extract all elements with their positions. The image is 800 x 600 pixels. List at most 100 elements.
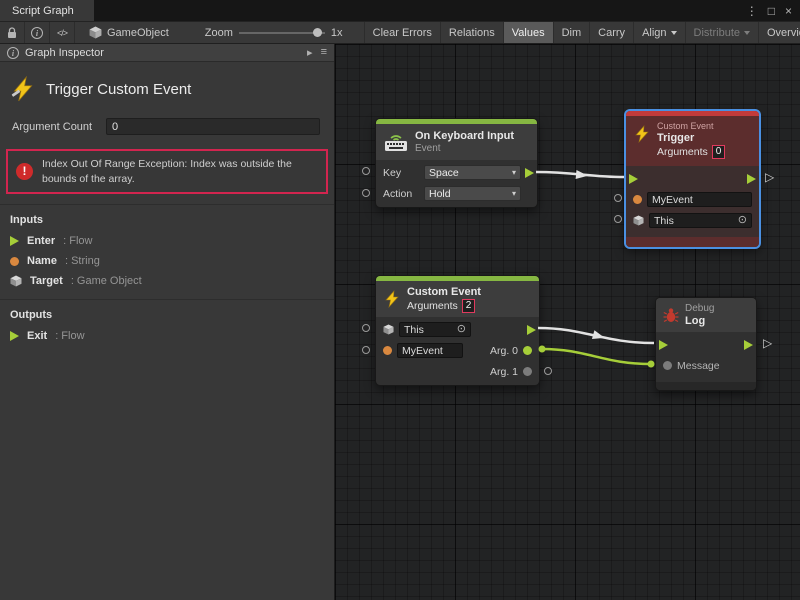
lock-button[interactable] (0, 22, 25, 43)
input-port-target: Target : Game Object (0, 271, 334, 291)
arg0-output-port[interactable] (523, 346, 532, 355)
flow-wire-customevent-to-debug[interactable] (538, 328, 654, 343)
wire-endpoint-dot (648, 361, 655, 368)
key-label: Key (383, 167, 419, 179)
arg0-label: Arg. 0 (490, 345, 518, 357)
tab-bar: Script Graph ⋮ □ × (0, 0, 800, 21)
key-dropdown[interactable]: Space ▾ (424, 165, 521, 180)
node-custom-event[interactable]: Custom Event Arguments 2 (375, 275, 540, 386)
arg1-label: Arg. 1 (490, 366, 518, 378)
bug-icon (663, 307, 679, 323)
code-icon: </> (57, 28, 67, 38)
inputs-heading: Inputs (0, 205, 334, 231)
values-button[interactable]: Values (503, 22, 553, 43)
node-subtitle: Event (415, 143, 514, 155)
action-dropdown[interactable]: Hold ▾ (424, 186, 521, 201)
string-port-icon (10, 257, 19, 266)
tab-label: Script Graph (12, 5, 74, 17)
tab-script-graph[interactable]: Script Graph (0, 0, 94, 21)
node-footer (626, 237, 759, 247)
chevron-down-icon: ▾ (512, 168, 516, 177)
port-socket[interactable] (614, 215, 622, 223)
flow-output-port[interactable] (525, 168, 534, 178)
input-port-name: Name : String (0, 251, 334, 271)
arguments-label: Arguments (657, 145, 708, 159)
align-dropdown[interactable]: Align (633, 22, 684, 43)
arguments-error-badge[interactable]: 2 (462, 299, 476, 313)
node-debug-log[interactable]: Debug Log Message (655, 297, 757, 391)
zoom-slider-knob[interactable] (313, 28, 322, 37)
graph-inspector-title: Graph Inspector (25, 47, 104, 59)
port-socket[interactable] (362, 324, 370, 332)
port-socket[interactable] (362, 346, 370, 354)
cube-icon[interactable] (383, 324, 394, 335)
wire-arrowhead (576, 170, 589, 180)
flow-output-port[interactable] (744, 340, 753, 350)
bolt-unit-icon (10, 76, 36, 102)
dock-icon[interactable]: ▸ (307, 46, 313, 59)
event-name-field[interactable]: MyEvent (647, 192, 752, 207)
arg1-output-port[interactable] (523, 367, 532, 376)
inspect-button[interactable]: i (25, 22, 50, 43)
chevron-down-icon (671, 31, 677, 35)
argument-count-label: Argument Count (12, 121, 106, 133)
cube-icon[interactable] (633, 215, 644, 226)
argument-count-input[interactable]: 0 (106, 118, 320, 135)
port-socket[interactable] (544, 367, 552, 375)
gameobject-icon (89, 26, 102, 39)
flow-output-port[interactable] (527, 325, 536, 335)
port-socket[interactable] (362, 189, 370, 197)
target-object-field[interactable]: This ⊙ (399, 322, 471, 337)
distribute-dropdown[interactable]: Distribute (685, 22, 758, 43)
flow-input-port[interactable] (629, 174, 638, 184)
string-input-port[interactable] (383, 346, 392, 355)
zoom-slider[interactable] (239, 32, 325, 34)
relations-button[interactable]: Relations (440, 22, 503, 43)
inspector-unit-title: Trigger Custom Event (46, 81, 191, 98)
gameobject-field[interactable]: GameObject (75, 22, 179, 43)
wire-arrowhead (592, 330, 606, 342)
graph-canvas[interactable]: On Keyboard Input Event Key Space ▾ (335, 44, 800, 600)
flow-arrow-icon (10, 236, 19, 246)
gameobject-label: GameObject (107, 27, 169, 39)
node-title: Log (685, 315, 714, 328)
string-input-port[interactable] (633, 195, 642, 204)
object-picker-icon[interactable]: ⊙ (457, 324, 466, 335)
overview-button[interactable]: Overview (758, 22, 800, 43)
port-socket[interactable] (362, 167, 370, 175)
menu-icon[interactable]: ≡ (321, 46, 327, 59)
info-icon: i (7, 47, 19, 59)
node-trigger-custom-event[interactable]: Custom Event Trigger Arguments 0 (625, 110, 760, 248)
zoom-value: 1x (331, 27, 343, 39)
flow-wire-keyboard-to-trigger[interactable] (536, 172, 624, 177)
port-socket[interactable] (614, 194, 622, 202)
flow-output-port[interactable] (747, 174, 756, 184)
close-icon[interactable]: × (785, 5, 792, 17)
object-picker-icon[interactable]: ⊙ (738, 215, 747, 226)
lock-icon (7, 27, 17, 39)
node-title: On Keyboard Input (415, 130, 514, 143)
clear-errors-button[interactable]: Clear Errors (364, 22, 440, 43)
arguments-error-badge[interactable]: 0 (712, 145, 726, 159)
flow-continuation-icon: ▷ (763, 337, 772, 349)
edit-script-button[interactable]: </> (50, 22, 75, 43)
unity-script-graph-window: Script Graph ⋮ □ × i </> GameOb (0, 0, 800, 600)
node-on-keyboard-input[interactable]: On Keyboard Input Event Key Space ▾ (375, 118, 538, 208)
error-message-text: Index Out Of Range Exception: Index was … (42, 157, 318, 186)
carry-button[interactable]: Carry (589, 22, 633, 43)
dim-button[interactable]: Dim (553, 22, 590, 43)
value-wire-arg0-to-message[interactable] (542, 349, 651, 364)
bolt-icon (633, 125, 651, 143)
target-object-field[interactable]: This ⊙ (649, 213, 752, 228)
flow-input-port[interactable] (659, 340, 668, 350)
chevron-down-icon: ▾ (512, 189, 516, 198)
node-footer (656, 382, 756, 390)
message-input-port[interactable] (663, 361, 672, 370)
error-message-box: ! Index Out Of Range Exception: Index wa… (6, 149, 328, 194)
info-icon: i (31, 27, 43, 39)
zoom-label: Zoom (205, 27, 233, 39)
maximize-icon[interactable]: □ (768, 5, 775, 17)
action-label: Action (383, 188, 419, 200)
kebab-menu-icon[interactable]: ⋮ (746, 5, 758, 17)
event-name-field[interactable]: MyEvent (397, 343, 463, 358)
